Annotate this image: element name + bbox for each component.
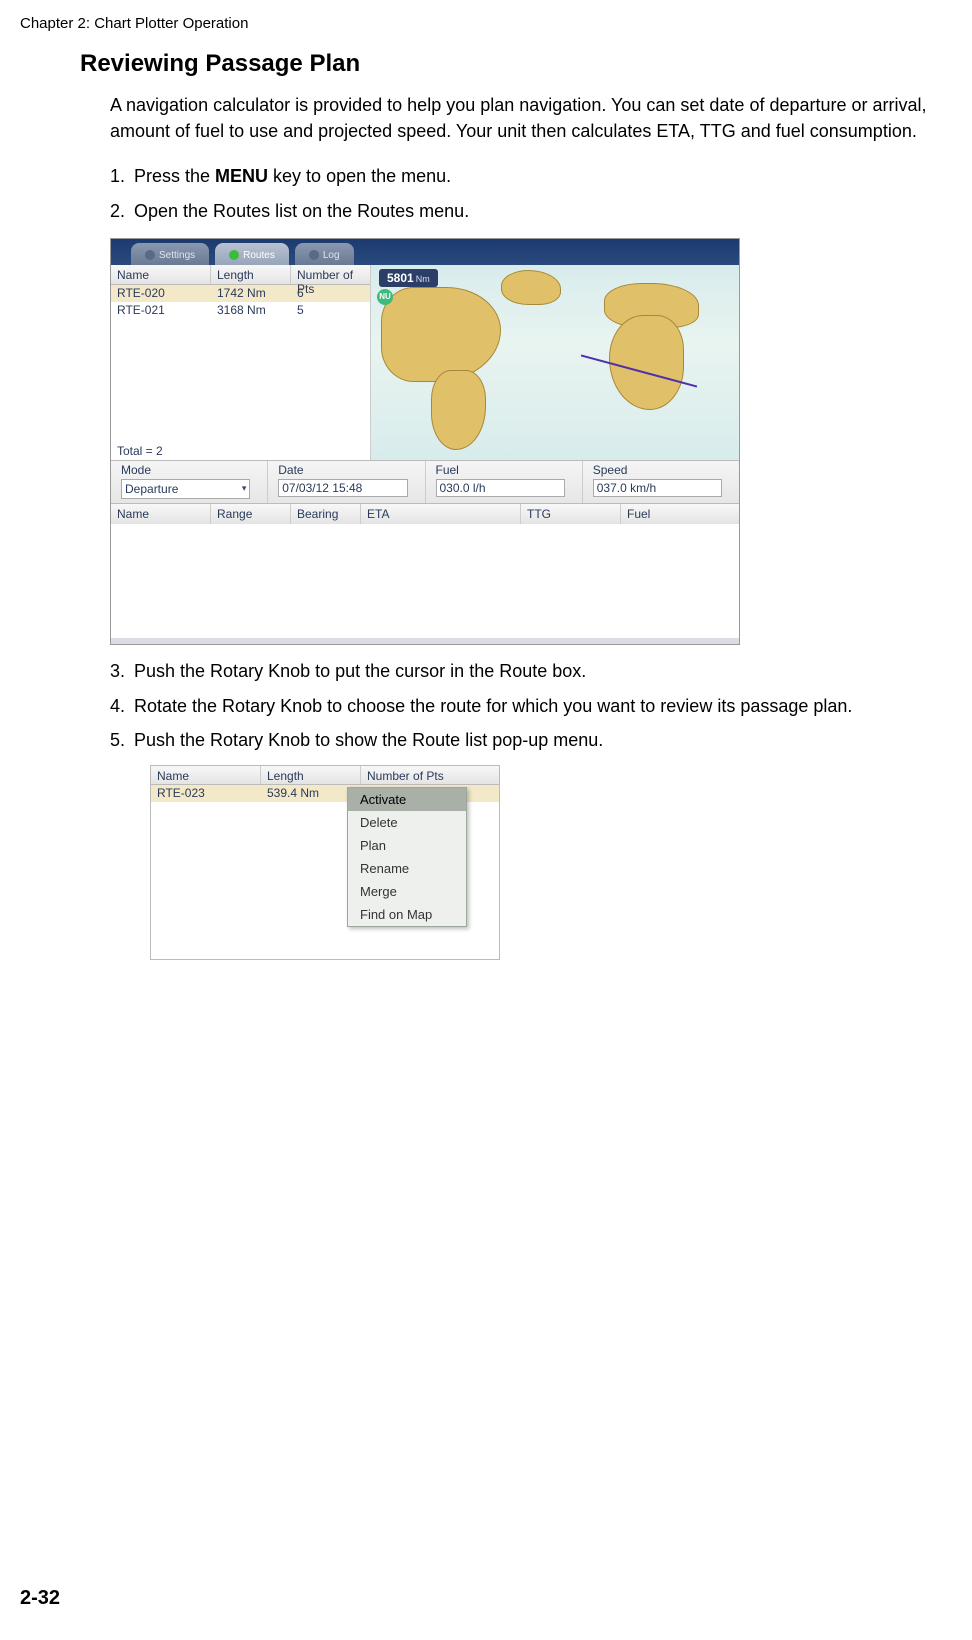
tab-label: Routes <box>243 250 275 261</box>
route-name: RTE-021 <box>111 302 211 319</box>
menu-activate[interactable]: Activate <box>348 788 466 811</box>
step-4: 4. Rotate the Rotary Knob to choose the … <box>110 692 932 721</box>
tab-log[interactable]: Log <box>295 243 354 265</box>
page-content: Reviewing Passage Plan A navigation calc… <box>80 50 932 960</box>
step-text: Press the MENU key to open the menu. <box>134 162 932 191</box>
tab-indicator-icon <box>309 250 319 260</box>
step-1: 1. Press the MENU key to open the menu. <box>110 162 932 191</box>
menu-key-label: MENU <box>215 166 268 186</box>
chevron-down-icon: ▾ <box>242 483 247 494</box>
step-number: 5. <box>110 726 134 755</box>
col-pts: Number of Pts <box>361 766 499 784</box>
step-text: Open the Routes list on the Routes menu. <box>134 197 932 226</box>
param-label: Speed <box>593 463 729 477</box>
map-landmass <box>431 370 486 450</box>
passage-params-row: Mode Departure ▾ Date Fuel Speed <box>111 460 739 504</box>
map-scale-unit: Nm <box>416 274 430 284</box>
step-number: 2. <box>110 197 134 226</box>
routes-window-screenshot: Settings Routes Log Name Length Number o… <box>110 238 740 645</box>
param-fuel: Fuel <box>426 461 583 503</box>
route-list-header: Name Length Number of Pts <box>150 765 500 785</box>
tab-label: Log <box>323 250 340 261</box>
param-label: Date <box>278 463 414 477</box>
param-label: Mode <box>121 463 257 477</box>
route-row[interactable]: RTE-021 3168 Nm 5 <box>111 302 370 319</box>
route-pts: 5 <box>291 302 370 319</box>
menu-merge[interactable]: Merge <box>348 880 466 903</box>
route-pts: 6 <box>291 285 370 302</box>
waypoint-detail-header: Name Range Bearing ETA TTG Fuel <box>111 504 739 524</box>
step-5: 5. Push the Rotary Knob to show the Rout… <box>110 726 932 755</box>
chapter-header: Chapter 2: Chart Plotter Operation <box>20 15 248 32</box>
map-landmass <box>381 287 501 382</box>
section-title: Reviewing Passage Plan <box>80 50 932 78</box>
param-date: Date <box>268 461 425 503</box>
col-ttg: TTG <box>521 504 621 524</box>
page-number: 2-32 <box>20 1587 60 1610</box>
fuel-input[interactable] <box>436 479 565 497</box>
route-length: 539.4 Nm <box>261 785 361 802</box>
tab-routes[interactable]: Routes <box>215 243 289 265</box>
intro-paragraph: A navigation calculator is provided to h… <box>110 92 932 144</box>
speed-input[interactable] <box>593 479 722 497</box>
step-text: Rotate the Rotary Knob to choose the rou… <box>134 692 932 721</box>
col-range: Range <box>211 504 291 524</box>
waypoint-detail-body <box>111 524 739 644</box>
route-total: Total = 2 <box>117 444 163 458</box>
step-number: 3. <box>110 657 134 686</box>
tab-indicator-icon <box>145 250 155 260</box>
col-name: Name <box>111 504 211 524</box>
route-name: RTE-023 <box>151 785 261 802</box>
mode-select[interactable]: Departure ▾ <box>121 479 250 499</box>
route-context-menu-screenshot: Name Length Number of Pts RTE-023 539.4 … <box>150 765 500 960</box>
col-length: Length <box>211 265 291 284</box>
route-list-body: RTE-023 539.4 Nm 5 Activate Delete Plan … <box>150 785 500 960</box>
col-pts: Number of Pts <box>291 265 370 284</box>
context-menu: Activate Delete Plan Rename Merge Find o… <box>347 787 467 927</box>
col-name: Name <box>151 766 261 784</box>
param-label: Fuel <box>436 463 572 477</box>
param-mode: Mode Departure ▾ <box>111 461 268 503</box>
menu-rename[interactable]: Rename <box>348 857 466 880</box>
param-speed: Speed <box>583 461 739 503</box>
step-number: 4. <box>110 692 134 721</box>
route-name: RTE-020 <box>111 285 211 302</box>
window-tab-bar: Settings Routes Log <box>111 239 739 265</box>
step-text: Push the Rotary Knob to put the cursor i… <box>134 657 932 686</box>
route-list-panel: Name Length Number of Pts RTE-020 1742 N… <box>111 265 371 460</box>
date-input[interactable] <box>278 479 407 497</box>
col-eta: ETA <box>361 504 521 524</box>
route-length: 3168 Nm <box>211 302 291 319</box>
step-2: 2. Open the Routes list on the Routes me… <box>110 197 932 226</box>
tab-indicator-icon <box>229 250 239 260</box>
map-landmass <box>501 270 561 305</box>
route-length: 1742 Nm <box>211 285 291 302</box>
col-fuel: Fuel <box>621 504 739 524</box>
steps-list: 1. Press the MENU key to open the menu. … <box>110 162 932 226</box>
step-text: Push the Rotary Knob to show the Route l… <box>134 726 932 755</box>
step-number: 1. <box>110 162 134 191</box>
steps-list-continued: 3. Push the Rotary Knob to put the curso… <box>110 657 932 755</box>
north-up-icon: NU <box>377 289 393 305</box>
map-scale-value: 5801 <box>387 271 414 285</box>
tab-label: Settings <box>159 250 195 261</box>
map-landmass <box>609 315 684 410</box>
col-bearing: Bearing <box>291 504 361 524</box>
menu-find-on-map[interactable]: Find on Map <box>348 903 466 926</box>
menu-delete[interactable]: Delete <box>348 811 466 834</box>
menu-plan[interactable]: Plan <box>348 834 466 857</box>
routes-top-panel: Name Length Number of Pts RTE-020 1742 N… <box>111 265 739 460</box>
step-1-post: key to open the menu. <box>268 166 451 186</box>
map-scale-badge: 5801Nm <box>379 269 438 287</box>
route-row[interactable]: RTE-020 1742 Nm 6 <box>111 285 370 302</box>
step-3: 3. Push the Rotary Knob to put the curso… <box>110 657 932 686</box>
col-name: Name <box>111 265 211 284</box>
col-length: Length <box>261 766 361 784</box>
map-preview[interactable]: 5801Nm NU <box>371 265 739 460</box>
step-1-pre: Press the <box>134 166 215 186</box>
mode-value: Departure <box>125 482 178 496</box>
tab-settings[interactable]: Settings <box>131 243 209 265</box>
route-list-header: Name Length Number of Pts <box>111 265 370 285</box>
